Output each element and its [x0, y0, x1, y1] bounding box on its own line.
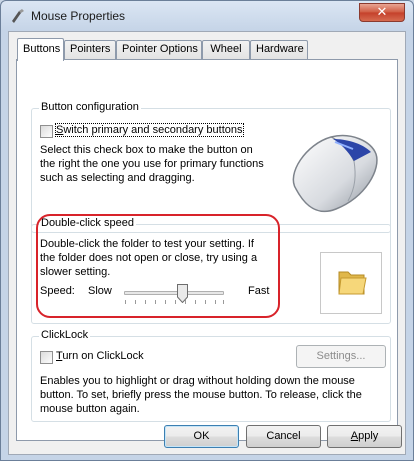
- highlight-annotation: [36, 214, 280, 318]
- tab-pointer-options[interactable]: Pointer Options: [116, 40, 202, 59]
- cancel-button[interactable]: Cancel: [246, 425, 321, 448]
- clicklock-label-text: urn on ClickLock: [62, 350, 144, 362]
- ok-button[interactable]: OK: [164, 425, 239, 448]
- button-configuration-label: Button configuration: [39, 101, 141, 113]
- switch-buttons-checkbox[interactable]: [40, 125, 53, 138]
- test-folder-area[interactable]: [320, 252, 382, 314]
- switch-buttons-label[interactable]: Switch primary and secondary buttons: [55, 123, 244, 137]
- tab-hardware[interactable]: Hardware: [250, 40, 308, 59]
- clicklock-settings-button[interactable]: Settings...: [296, 345, 386, 368]
- switch-buttons-label-text: witch primary and secondary buttons: [63, 124, 243, 136]
- apply-mnemonic: A: [350, 430, 359, 442]
- dialog-client: Buttons Pointers Pointer Options Wheel H…: [8, 31, 406, 455]
- apply-button[interactable]: Apply: [327, 425, 402, 448]
- clicklock-description: Enables you to highlight or drag without…: [40, 375, 362, 415]
- close-button[interactable]: ✕: [359, 3, 405, 22]
- title-bar[interactable]: Mouse Properties ✕: [1, 1, 413, 31]
- clicklock-checkbox-label[interactable]: Turn on ClickLock: [56, 350, 144, 362]
- window-title: Mouse Properties: [31, 9, 126, 23]
- clicklock-label: ClickLock: [39, 329, 91, 341]
- mouse-preview-icon: [292, 134, 378, 213]
- tab-pointers[interactable]: Pointers: [64, 40, 116, 59]
- tab-buttons[interactable]: Buttons: [17, 38, 64, 61]
- buttons-tab-panel: Button configuration Switch primary and …: [16, 59, 398, 441]
- mouse-properties-window: Mouse Properties ✕ Buttons Pointers Poin…: [0, 0, 414, 461]
- button-configuration-description: Select this check box to make the button…: [40, 144, 264, 184]
- mouse-pointer-icon: [12, 9, 24, 23]
- apply-label-text: pply: [358, 430, 379, 442]
- clicklock-checkbox[interactable]: [40, 351, 53, 364]
- tab-wheel[interactable]: Wheel: [202, 40, 250, 59]
- clicklock-group: ClickLock Turn on ClickLock Settings... …: [31, 329, 391, 422]
- folder-icon: [338, 271, 367, 295]
